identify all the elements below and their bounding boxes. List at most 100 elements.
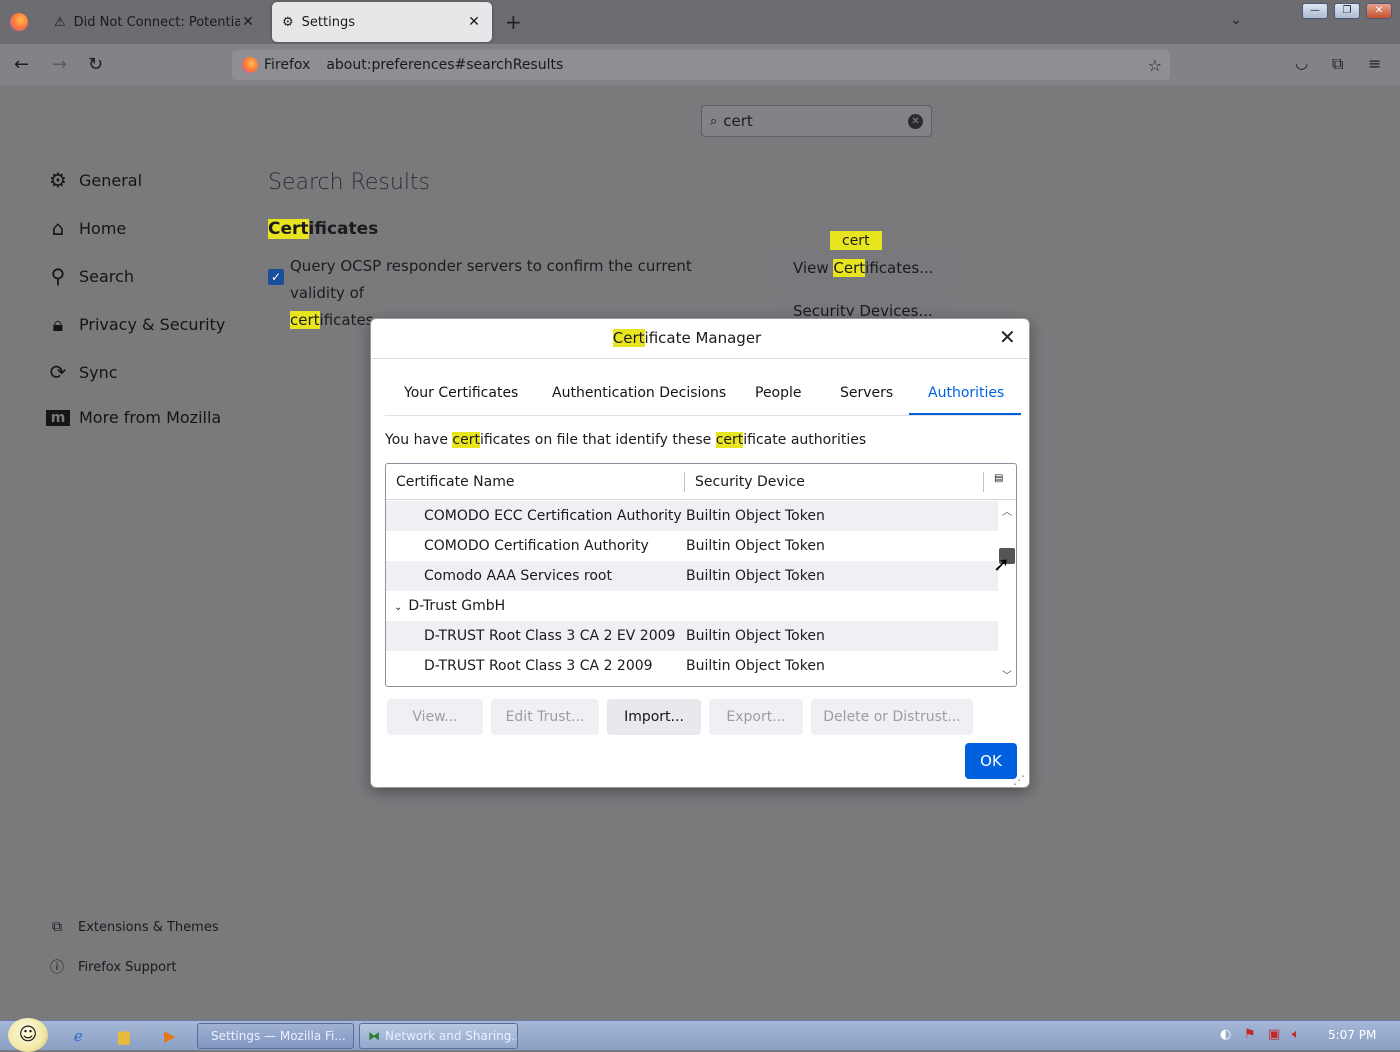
network-status-icon[interactable]: ▣ [1268,1027,1280,1042]
volume-muted-icon[interactable]: 🔈︎ [1292,1027,1300,1042]
taskbar-item-firefox[interactable]: Settings — Mozilla Fi... [197,1023,354,1049]
category-label: Home [79,218,127,238]
firefox-support-link[interactable]: ⓘ Firefox Support [48,957,177,977]
taskbar: ☺ ℯ ▆ ▶ Settings — Mozilla Fi... ⧓ Networ… [0,1018,1400,1052]
chevron-down-icon[interactable]: ⌄ [1230,12,1242,28]
edit-trust-button[interactable]: Edit Trust... [491,699,599,735]
settings-search-input[interactable]: ⌕ cert ✕ [701,105,932,137]
tab-servers[interactable]: Servers [840,385,893,401]
export-button[interactable]: Export... [709,699,803,735]
internet-explorer-icon[interactable]: ℯ [74,1027,83,1045]
tab-authentication-decisions[interactable]: Authentication Decisions [552,385,726,401]
url-bar[interactable]: Firefox about:preferences#searchResults … [232,50,1170,80]
tab-authorities[interactable]: Authorities [928,385,1004,401]
start-button[interactable]: ☺ [8,1018,48,1052]
certificate-tree[interactable]: Certificate Name Security Device ▤ COMOD… [385,463,1017,687]
home-icon: ⌂ [51,216,65,240]
menu-icon[interactable]: ≡ [1368,54,1381,73]
tab-your-certificates[interactable]: Your Certificates [404,385,518,401]
column-certificate-name[interactable]: Certificate Name [396,474,514,490]
clear-icon[interactable]: ✕ [908,113,923,129]
desc-part: ificates on file that identify these [479,432,716,448]
column-picker-icon[interactable]: ▤ [994,473,1003,484]
category-general[interactable]: ⚙ General [46,168,142,192]
dialog-title: Certificate Manager [371,329,1003,347]
clock: 5:07 PM [1328,1028,1377,1042]
gear-icon: ⚙ [282,14,294,30]
reload-icon[interactable]: ↻ [88,54,103,75]
new-tab-plus-icon[interactable]: + [505,10,522,34]
table-row[interactable]: COMODO Certification Authority Builtin Ob… [386,531,998,561]
language-icon[interactable]: ◐ [1220,1027,1231,1042]
restore-button[interactable]: ❐ [1334,3,1360,19]
taskbar-item-network[interactable]: ⧓ Network and Sharing... [359,1023,518,1049]
star-icon[interactable]: ☆ [1148,56,1162,75]
close-icon[interactable]: ✕ [466,14,482,30]
import-button[interactable]: Import... [607,699,701,735]
category-label: Search [79,266,134,286]
title-rest: ificate Manager [644,329,762,347]
category-home[interactable]: ⌂ Home [46,216,127,240]
heading-rest: ificates [308,219,379,239]
active-tab-indicator [909,413,1021,415]
extensions-icon[interactable]: ⧉ [1332,54,1343,74]
tab-people[interactable]: People [755,385,802,401]
sync-icon: ⟳ [49,360,67,384]
table-row[interactable]: D-TRUST Root Class 3 CA 2 EV 2009 Builtin… [386,621,998,651]
table-row[interactable]: D-TRUST Root Class 3 CA 2 2009 Builtin Ob… [386,651,998,681]
category-more-from-mozilla[interactable]: m More from Mozilla [46,408,221,427]
scroll-down-icon[interactable]: ﹀ [1002,667,1012,682]
table-row[interactable]: Comodo AAA Services root Builtin Object T… [386,561,998,591]
extensions-themes-link[interactable]: ⧉ Extensions & Themes [48,919,219,935]
mozilla-icon: m [46,409,70,426]
category-sync[interactable]: ⟳ Sync [46,360,118,384]
back-arrow-icon[interactable]: ← [14,54,29,75]
close-icon[interactable]: ✕ [999,325,1016,349]
category-search[interactable]: ⚲ Search [46,264,134,288]
firefox-icon [242,57,258,73]
lock-icon: 🔒︎ [52,312,64,336]
delete-or-distrust-button[interactable]: Delete or Distrust... [811,699,973,735]
forward-arrow-icon[interactable]: → [52,54,67,75]
chevron-down-icon[interactable]: ⌄ [394,602,402,613]
ok-button[interactable]: OK [965,743,1017,779]
pocket-icon[interactable]: ◡ [1295,54,1308,72]
identity-box[interactable]: Firefox [232,50,320,80]
divider [371,358,1029,359]
search-icon: ⚲ [50,264,66,288]
tab-settings[interactable]: ⚙ Settings ✕ [272,2,492,42]
column-security-device[interactable]: Security Device [695,474,805,490]
highlight: Cert [268,219,309,239]
column-resizer[interactable] [983,472,984,492]
column-resizer[interactable] [684,472,685,492]
close-icon[interactable]: ✕ [240,14,256,30]
scroll-up-icon[interactable]: ︿ [1002,503,1012,518]
security-devices-button[interactable]: Security Devices... [777,294,949,316]
ocsp-checkbox[interactable]: ✓ [268,269,284,285]
view-certificates-button[interactable]: View Cert ificates... [777,250,950,286]
tab-did-not-connect[interactable]: ⚠ Did Not Connect: Potential Sec ✕ [44,2,266,42]
media-player-icon[interactable]: ▶ [164,1027,176,1045]
cell-name: COMODO Certification Authority [424,538,649,554]
minimize-button[interactable]: — [1302,3,1328,19]
search-match-tooltip: cert [830,231,882,251]
highlight: cert [452,432,480,448]
desc-part: You have [385,432,453,448]
vertical-scrollbar[interactable]: ︿ ﹀ [998,501,1016,686]
puzzle-icon: ⧉ [52,919,62,935]
folder-icon[interactable]: ▆ [118,1027,130,1045]
category-privacy[interactable]: 🔒︎ Privacy & Security [46,312,226,336]
url-text[interactable]: about:preferences#searchResults [326,57,563,73]
table-group-row[interactable]: ⌄ D-Trust GmbH [386,591,998,621]
firefox-icon[interactable] [10,13,28,31]
table-row[interactable]: COMODO ECC Certification Authority Builti… [386,501,998,531]
cell-name: D-TRUST Root Class 3 CA 2 EV 2009 [424,628,676,644]
resize-grip-icon[interactable]: ⋰ [1013,773,1025,787]
tab-strip: ⚠ Did Not Connect: Potential Sec ✕ ⚙ Set… [0,0,1400,44]
cell-device: Builtin Object Token [686,508,825,524]
security-alert-icon[interactable]: ⚑ [1244,1027,1256,1042]
close-window-button[interactable]: ✕ [1366,3,1392,19]
search-icon: ⌕ [710,113,718,129]
highlight: Cert [612,329,645,347]
view-button[interactable]: View... [387,699,483,735]
